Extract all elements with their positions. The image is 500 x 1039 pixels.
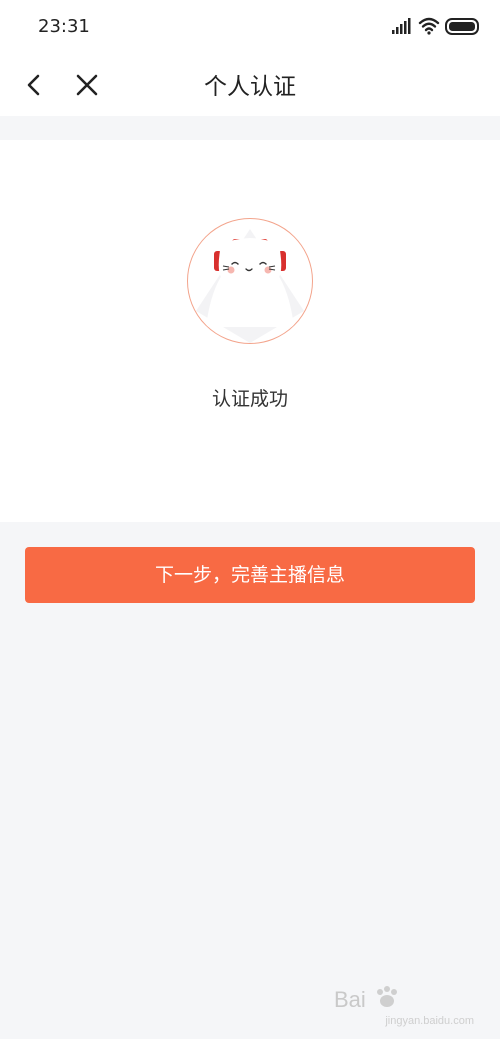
status-bar: 23:31 — [0, 0, 500, 54]
status-time: 23:31 — [38, 16, 90, 37]
cat-with-headphones-icon — [196, 229, 304, 343]
success-message: 认证成功 — [211, 388, 288, 410]
nav-bar: 个人认证 — [0, 54, 500, 116]
signal-icon — [392, 18, 411, 34]
wifi-icon — [418, 17, 440, 35]
page-title: 个人认证 — [204, 74, 296, 100]
watermark-brand: Bai — [334, 987, 366, 1012]
next-step-button[interactable]: 下一步，完善主播信息 — [25, 547, 475, 603]
status-icons — [392, 14, 482, 40]
baidu-watermark-logo: Bai jingyan.baidu.com — [334, 985, 474, 1030]
battery-icon — [445, 18, 479, 35]
paw-icon — [376, 986, 397, 1007]
watermark-sub: jingyan.baidu.com — [385, 1015, 474, 1027]
result-card: 认证成功 — [0, 140, 500, 522]
success-illustration — [187, 218, 313, 344]
